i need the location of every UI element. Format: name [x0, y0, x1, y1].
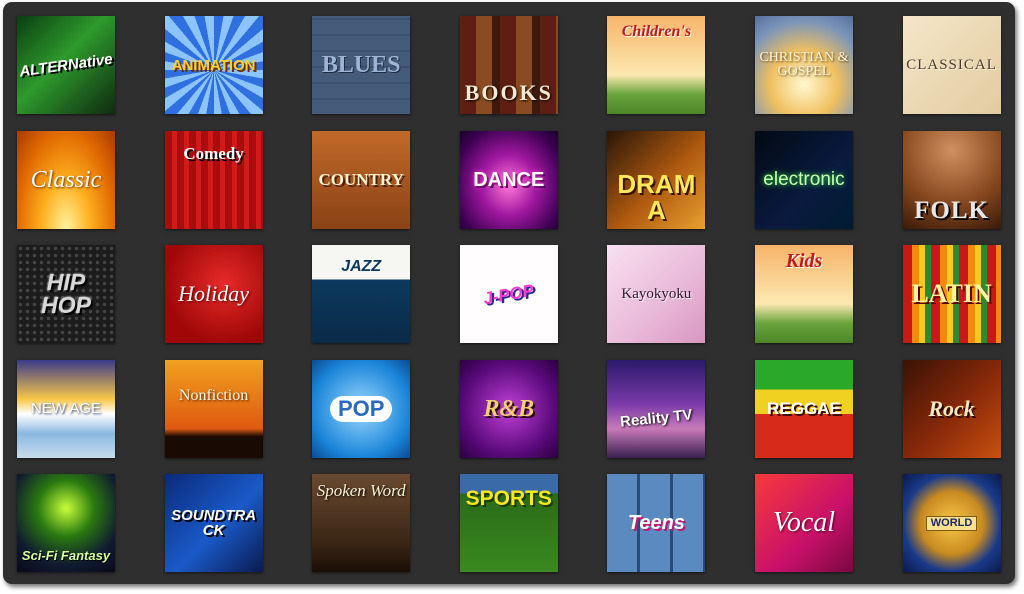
genre-tile-kids[interactable]: Kids [754, 245, 853, 343]
genre-grid-panel: ALTERNative ANIMATION BLUES BOOKS Childr… [3, 2, 1015, 584]
genre-label: SPORTS [465, 487, 552, 510]
genre-tile-reality-tv[interactable]: Reality TV [607, 359, 706, 458]
genre-label: Holiday [178, 281, 250, 306]
genre-label: J-POP [482, 280, 536, 308]
genre-label: DRAMA [617, 168, 696, 225]
genre-tile-classic[interactable]: Classic [17, 130, 115, 229]
genre-label: ANIMATION [171, 56, 256, 74]
genre-label: electronic [763, 169, 845, 190]
genre-tile-alternative[interactable]: ALTERNative [17, 16, 115, 114]
genre-tile-latin[interactable]: LATIN [902, 245, 1001, 343]
genre-tile-new-age[interactable]: NEW AGE [17, 359, 115, 458]
genre-tile-folk[interactable]: FOLK [902, 130, 1001, 229]
genre-tile-childrens[interactable]: Children's [607, 16, 706, 114]
genre-tile-rnb[interactable]: R&B [459, 359, 558, 458]
genre-tile-pop[interactable]: POP [312, 359, 411, 458]
genre-label: BOOKS [464, 80, 553, 105]
genre-label: REGGAE [767, 399, 841, 418]
genre-tile-sports[interactable]: SPORTS [459, 474, 558, 572]
genre-label: CHRISTIAN & GOSPEL [759, 50, 849, 79]
genre-tile-vocal[interactable]: Vocal [754, 474, 853, 572]
genre-tile-classical[interactable]: CLASSICAL [902, 16, 1001, 114]
genre-label: CLASSICAL [906, 56, 997, 73]
genre-label: Comedy [183, 143, 244, 163]
genre-label: Kayokyoku [621, 285, 692, 302]
genre-label: Classic [30, 166, 102, 193]
genre-label: DANCE [473, 168, 545, 191]
genre-label: Spoken Word [316, 481, 406, 500]
genre-tile-sci-fi-fantasy[interactable]: Sci-Fi Fantasy [17, 474, 115, 572]
genre-label: Reality TV [619, 406, 694, 431]
genre-label: NEW AGE [30, 400, 101, 417]
genre-tile-world[interactable]: WORLD [902, 474, 1001, 572]
genre-label: Children's [621, 23, 692, 40]
genre-label: HIP HOP [41, 269, 91, 318]
genre-label: LATIN [911, 279, 992, 308]
genre-tile-soundtrack[interactable]: SOUNDTRACK [164, 474, 263, 572]
genre-label: POP [329, 395, 393, 422]
genre-label: FOLK [914, 196, 989, 224]
genre-tile-reggae[interactable]: REGGAE [754, 359, 853, 458]
genre-tile-dance[interactable]: DANCE [459, 130, 558, 229]
genre-label: Vocal [772, 507, 836, 538]
genre-tile-spoken-word[interactable]: Spoken Word [312, 474, 411, 572]
genre-label: ALTERNative [18, 50, 114, 80]
genre-tile-blues[interactable]: BLUES [312, 16, 411, 114]
genre-grid: ALTERNative ANIMATION BLUES BOOKS Childr… [17, 16, 1001, 572]
genre-tile-hip-hop[interactable]: HIP HOP [17, 245, 115, 343]
genre-tile-christian-gospel[interactable]: CHRISTIAN & GOSPEL [754, 16, 853, 114]
genre-tile-electronic[interactable]: electronic [754, 130, 853, 229]
genre-tile-comedy[interactable]: Comedy [164, 130, 263, 229]
genre-tile-j-pop[interactable]: J-POP [459, 245, 558, 343]
genre-label: Nonfiction [178, 386, 249, 404]
genre-tile-country[interactable]: COUNTRY [312, 130, 411, 229]
genre-tile-kayokyoku[interactable]: Kayokyoku [607, 245, 706, 343]
genre-tile-teens[interactable]: Teens [607, 474, 706, 572]
genre-tile-holiday[interactable]: Holiday [164, 245, 263, 343]
genre-tile-animation[interactable]: ANIMATION [164, 16, 263, 114]
genre-label: Kids [785, 250, 823, 272]
genre-label: COUNTRY [318, 170, 404, 189]
genre-label: Sci-Fi Fantasy [21, 548, 111, 563]
genre-tile-jazz[interactable]: JAZZ [312, 245, 411, 343]
genre-label: Rock [928, 395, 975, 421]
genre-tile-nonfiction[interactable]: Nonfiction [164, 359, 263, 458]
genre-label: BLUES [321, 52, 401, 78]
genre-label: R&B [483, 395, 535, 422]
genre-label: WORLD [925, 515, 978, 531]
genre-label: JAZZ [341, 258, 382, 275]
genre-tile-rock[interactable]: Rock [902, 359, 1001, 458]
genre-label: Teens [627, 512, 685, 534]
genre-tile-drama[interactable]: DRAMA [607, 130, 706, 229]
genre-label: SOUNDTRACK [171, 507, 257, 539]
genre-tile-books[interactable]: BOOKS [459, 16, 558, 114]
